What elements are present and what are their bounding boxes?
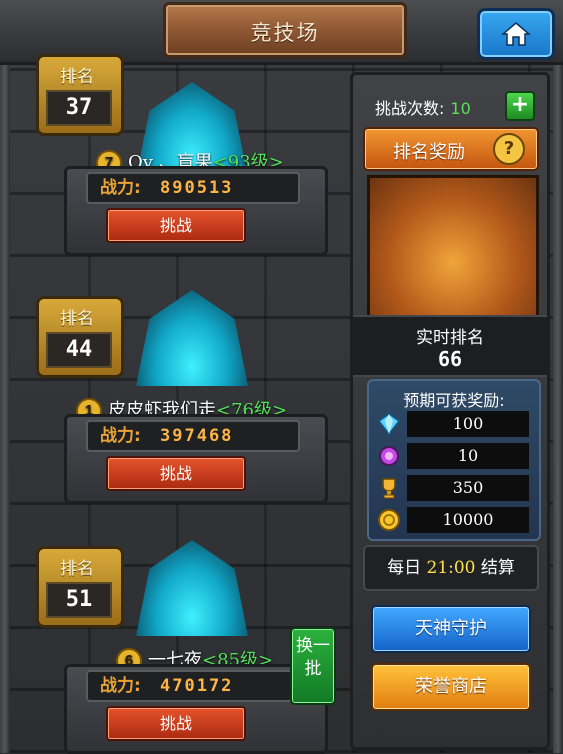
power-bar: 战力: 890513	[86, 172, 300, 204]
rank-label: 排名	[60, 559, 94, 579]
settle-prefix: 每日	[387, 558, 422, 578]
current-rank-box: 实时排名 66	[353, 315, 547, 377]
power-value: 397468	[160, 426, 234, 446]
daily-settlement: 每日 21:00 结算	[363, 545, 539, 591]
diamond-icon	[377, 413, 401, 436]
purple-gem-icon	[379, 446, 399, 466]
player-row-1: 排名 37 7 Qy 、盲果<93级> 战力: 890513 挑战	[36, 54, 336, 256]
rank-badge: 排名 37	[36, 54, 124, 136]
current-rank-value: 66	[437, 347, 463, 371]
trophy-icon	[382, 478, 396, 499]
rank-number: 44	[46, 332, 112, 368]
reward-value: 10	[407, 443, 529, 469]
rank-reward-label: 排名奖励	[393, 142, 465, 163]
rank-label: 排名	[60, 67, 94, 87]
current-rank-label: 实时排名	[416, 328, 484, 348]
rank-reward-button[interactable]: 排名奖励 ?	[363, 127, 539, 171]
reward-item: 10000	[377, 507, 533, 533]
rank-number: 51	[46, 582, 112, 618]
honor-shop-button[interactable]: 荣誉商店	[371, 663, 531, 711]
settle-time: 21:00	[426, 558, 476, 578]
character-portrait[interactable]	[136, 540, 248, 636]
swap-batch-button[interactable]: 换一批	[290, 627, 336, 705]
power-label: 战力:	[100, 426, 141, 446]
help-icon[interactable]: ?	[493, 133, 525, 165]
home-icon	[501, 22, 531, 46]
reward-item: 10	[377, 443, 533, 469]
expected-rewards-box: 预期可获奖励: 100 10 350 10000	[367, 379, 541, 541]
rank-badge: 排名 44	[36, 296, 124, 378]
reward-item: 350	[377, 475, 533, 501]
challenge-button[interactable]: 挑战	[106, 706, 246, 741]
settle-suffix: 结算	[480, 558, 515, 578]
left-frame-border	[0, 60, 10, 753]
right-frame-border	[553, 60, 563, 753]
tianshen-guard-button[interactable]: 天神守护	[371, 605, 531, 653]
reward-value: 350	[407, 475, 529, 501]
power-value: 890513	[160, 178, 234, 198]
title-plate: 竞技场	[163, 2, 407, 58]
power-bar: 战力: 470172	[86, 670, 300, 702]
challenge-button[interactable]: 挑战	[106, 208, 246, 243]
rank-badge: 排名 51	[36, 546, 124, 628]
reward-character-portrait	[367, 175, 539, 323]
page-title: 竞技场	[250, 21, 320, 45]
power-bar: 战力: 397468	[86, 420, 300, 452]
rank-label: 排名	[60, 309, 94, 329]
rank-number: 37	[46, 90, 112, 126]
challenge-count: 挑战次数: 10	[375, 95, 471, 119]
reward-item: 100	[377, 411, 533, 437]
player-row-2: 排名 44 1 皮皮虾我们走<76级> 战力: 397468 挑战	[36, 280, 336, 504]
right-panel: 挑战次数: 10 + 排名奖励 ? 实时排名 66 预期可获奖励: 100 10	[350, 72, 550, 750]
power-value: 470172	[160, 676, 234, 696]
reward-value: 10000	[407, 507, 529, 533]
character-portrait[interactable]	[136, 290, 248, 386]
add-challenges-button[interactable]: +	[505, 91, 535, 121]
challenge-button[interactable]: 挑战	[106, 456, 246, 491]
reward-value: 100	[407, 411, 529, 437]
expected-rewards-title: 预期可获奖励:	[403, 391, 505, 410]
home-button[interactable]	[477, 8, 555, 60]
challenge-count-label: 挑战次数:	[375, 99, 445, 118]
gold-coin-icon	[378, 509, 400, 531]
challenge-count-value: 10	[450, 99, 471, 118]
power-label: 战力:	[100, 178, 141, 198]
power-label: 战力:	[100, 676, 141, 696]
